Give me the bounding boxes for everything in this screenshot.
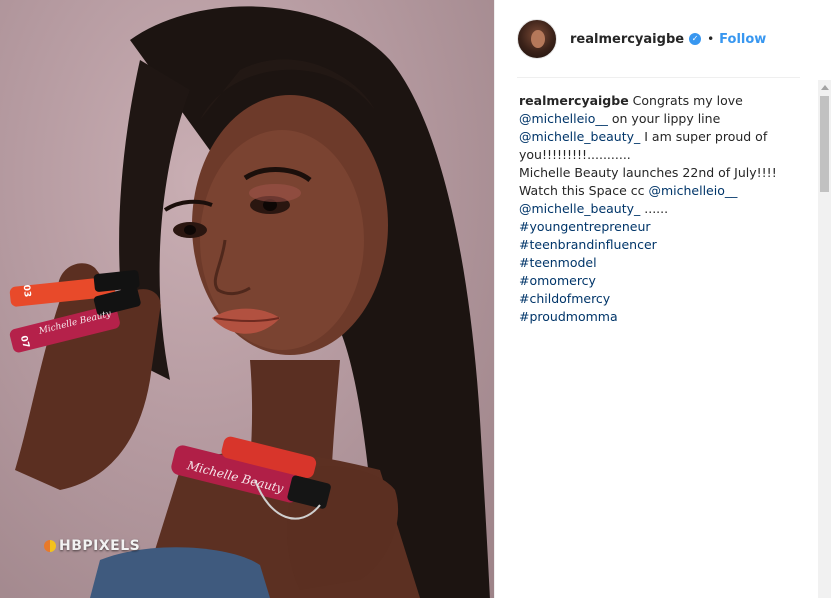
post-username[interactable]: realmercyaigbe: [570, 32, 684, 47]
caption-line-2: @michelleio__ on your lippy line: [519, 110, 805, 128]
watermark-text: HBPIXELS: [59, 538, 141, 554]
verified-badge-icon: ✓: [689, 33, 702, 45]
follow-button[interactable]: Follow: [719, 32, 766, 47]
hashtag-link[interactable]: #teenbrandinfluencer: [519, 236, 805, 254]
caption-text: Congrats my love: [632, 93, 743, 108]
hashtag-link[interactable]: #proudmomma: [519, 308, 805, 326]
post-photo[interactable]: 03 07 Michelle Beauty Michelle Beauty HB…: [0, 0, 494, 598]
caption-mention[interactable]: @michelleio__: [648, 183, 737, 198]
caption-text: I am super proud of: [644, 129, 768, 144]
caption-mention[interactable]: @michelle_beauty_: [519, 129, 640, 144]
caption-text: ......: [644, 201, 669, 216]
post-side-panel: realmercyaigbe ✓ • Follow realmercyaigbe…: [494, 0, 831, 598]
photo-illustration: [9, 6, 490, 598]
avatar[interactable]: [517, 19, 557, 59]
lipstick-label-03: 03: [20, 284, 32, 298]
header-separator: •: [707, 32, 715, 46]
caption-line-6: Watch this Space cc @michelleio__: [519, 182, 805, 200]
hashtag-link[interactable]: #childofmercy: [519, 290, 805, 308]
hashtag-link[interactable]: #omomercy: [519, 272, 805, 290]
hashtag-link[interactable]: #teenmodel: [519, 254, 805, 272]
header-divider: [517, 77, 800, 78]
caption-author[interactable]: realmercyaigbe: [519, 93, 629, 108]
caption-mention[interactable]: @michelle_beauty_: [519, 201, 640, 216]
caption-line-7: @michelle_beauty_ ......: [519, 200, 805, 218]
scroll-up-arrow-icon[interactable]: [818, 80, 831, 94]
hashtag-link[interactable]: #youngentrepreneur: [519, 218, 805, 236]
post-header: realmercyaigbe ✓ • Follow: [517, 18, 766, 60]
caption-line-5: Michelle Beauty launches 22nd of July!!!…: [519, 165, 777, 180]
photographer-watermark: HBPIXELS: [44, 538, 140, 554]
caption-text: Watch this Space cc: [519, 183, 645, 198]
caption-line-4: you!!!!!!!!!...........: [519, 147, 631, 162]
caption-mention[interactable]: @michelleio__: [519, 111, 608, 126]
scrollbar-thumb[interactable]: [820, 96, 829, 192]
caption-scrollbar[interactable]: [818, 80, 831, 598]
caption-line-3: @michelle_beauty_ I am super proud of: [519, 128, 805, 146]
post-caption: realmercyaigbe Congrats my love @michell…: [519, 92, 805, 326]
caption-line-1: realmercyaigbe Congrats my love: [519, 92, 805, 110]
watermark-logo-icon: [44, 540, 56, 552]
caption-text: on your lippy line: [611, 111, 721, 126]
